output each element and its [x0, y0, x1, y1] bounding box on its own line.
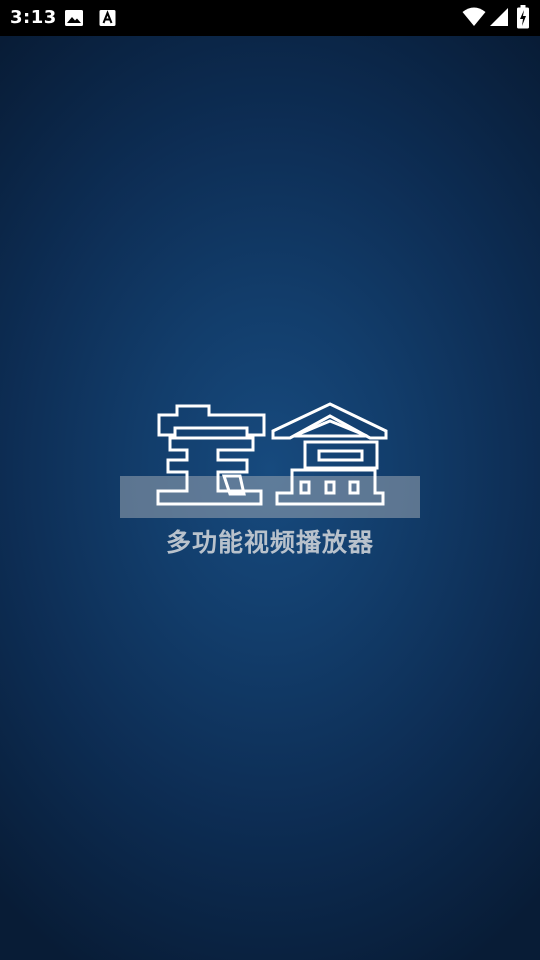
- splash-screen: 3:13 多功能视频播放器: [0, 0, 540, 960]
- app-logo: 宝盒: [120, 402, 420, 522]
- logo-text: 宝盒: [420, 402, 421, 403]
- app-tagline: 多功能视频播放器: [165, 528, 374, 557]
- splash-content: 宝盒 多功能视频播放器: [0, 0, 540, 960]
